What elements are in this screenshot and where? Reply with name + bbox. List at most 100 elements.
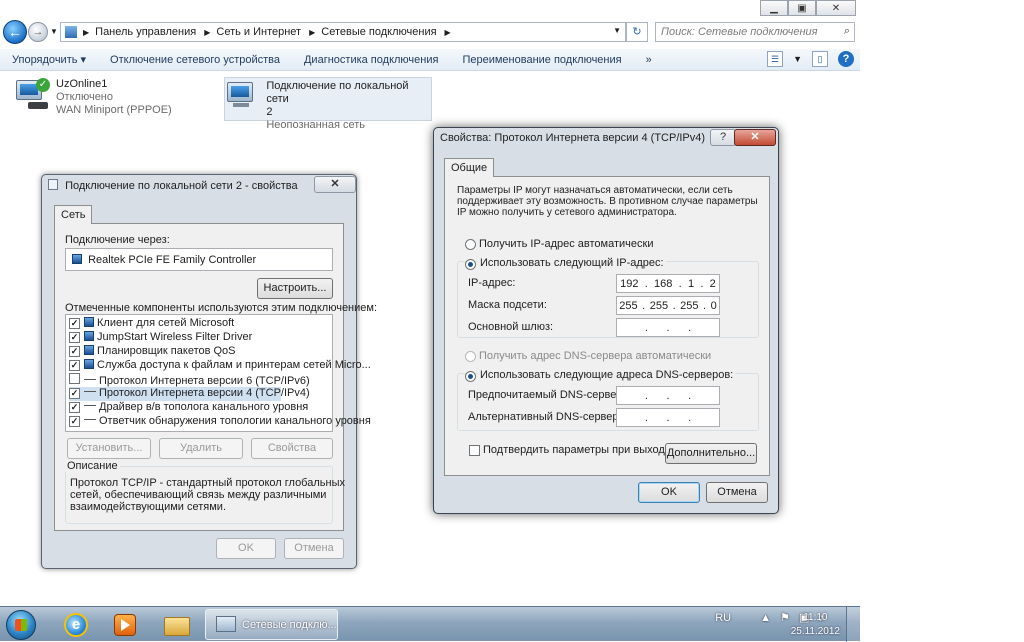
- clock[interactable]: 11:10 25.11.2012: [791, 611, 840, 639]
- preview-pane-icon[interactable]: ▯: [812, 51, 828, 67]
- chevron-right-icon[interactable]: ▶: [445, 28, 451, 37]
- start-button[interactable]: [6, 610, 36, 640]
- help-button[interactable]: ?: [710, 129, 736, 146]
- taskbar-network-connections[interactable]: Сетевые подклю...: [205, 609, 338, 640]
- list-item[interactable]: ✓ Клиент для сетей Microsoft: [69, 317, 234, 331]
- language-indicator[interactable]: RU: [715, 612, 731, 624]
- subnet-mask-field[interactable]: 255. 255. 255. 0: [616, 296, 720, 315]
- tab-general[interactable]: Общие: [444, 158, 495, 177]
- intro-line: Параметры IP могут назначаться автоматич…: [457, 185, 733, 196]
- rename-button[interactable]: Переименование подключения: [450, 54, 633, 66]
- dialog-titlebar: Подключение по локальной сети 2 - свойст…: [42, 175, 356, 199]
- manual-ip-radio[interactable]: [465, 259, 476, 270]
- search-icon[interactable]: ⌕: [844, 25, 850, 38]
- minimize-button[interactable]: ▁: [760, 0, 788, 16]
- cancel-button[interactable]: Отмена: [284, 538, 344, 559]
- breadcrumb-network-internet[interactable]: Сеть и Интернет: [216, 26, 301, 38]
- dialog-close-button[interactable]: ✕: [734, 129, 776, 146]
- organize-button[interactable]: Упорядочить ▾: [0, 53, 98, 66]
- list-item[interactable]: Протокол Интернета версии 6 (TCP/IPv6): [69, 373, 310, 387]
- network-icon: [48, 179, 58, 190]
- show-hidden-icons-icon[interactable]: ▲: [760, 612, 771, 624]
- close-button[interactable]: ✕: [816, 0, 856, 16]
- connection-device: WAN Miniport (PPPOE): [56, 104, 172, 116]
- chevron-right-icon[interactable]: ▶: [204, 28, 210, 37]
- auto-ip-radio[interactable]: [465, 239, 476, 250]
- cancel-button[interactable]: Отмена: [706, 482, 768, 503]
- diagnose-button[interactable]: Диагностика подключения: [292, 54, 450, 66]
- component-checkbox[interactable]: ✓: [69, 332, 80, 343]
- component-checkbox[interactable]: ✓: [69, 416, 80, 427]
- show-desktop-button[interactable]: [846, 607, 860, 642]
- control-panel-icon: [65, 26, 77, 38]
- refresh-button[interactable]: ↻: [626, 22, 648, 42]
- explorer-folder-icon[interactable]: [152, 609, 202, 640]
- ip-group: Использовать следующий IP-адрес: IP-адре…: [457, 257, 759, 338]
- search-input[interactable]: Поиск: Сетевые подключения ⌕: [655, 22, 855, 42]
- address-dropdown-icon[interactable]: ▼: [613, 26, 621, 35]
- action-center-flag-icon[interactable]: ⚑: [780, 612, 790, 624]
- network-connections-icon: [216, 616, 236, 632]
- preferred-dns-field[interactable]: ...: [616, 386, 720, 405]
- address-bar[interactable]: ▶ Панель управления ▶ Сеть и Интернет ▶ …: [60, 22, 626, 42]
- connection-item-lan2[interactable]: Подключение по локальной сети 2 Неопозна…: [224, 77, 432, 131]
- component-checkbox[interactable]: ✓: [69, 346, 80, 357]
- dialog-close-button[interactable]: ✕: [314, 176, 356, 193]
- maximize-button[interactable]: ▣: [788, 0, 816, 16]
- ip-address-label: IP-адрес:: [468, 277, 516, 289]
- manual-dns-label: Использовать следующие адреса DNS-сервер…: [478, 369, 736, 381]
- install-button[interactable]: Установить...: [67, 438, 151, 459]
- internet-explorer-icon[interactable]: e: [52, 609, 102, 640]
- disable-device-button[interactable]: Отключение сетевого устройства: [98, 54, 292, 66]
- ok-button[interactable]: OK: [638, 482, 700, 503]
- history-dropdown-icon[interactable]: ▼: [50, 27, 58, 36]
- more-commands-button[interactable]: »: [634, 54, 664, 66]
- back-button[interactable]: ←: [3, 20, 27, 44]
- breadcrumb-control-panel[interactable]: Панель управления: [95, 26, 196, 38]
- configure-button[interactable]: Настроить...: [257, 278, 333, 299]
- list-item[interactable]: ✓ Планировщик пакетов QoS: [69, 345, 236, 359]
- octet-dot: .: [666, 389, 670, 402]
- component-checkbox[interactable]: ✓: [69, 388, 80, 399]
- list-item[interactable]: ✓ Ответчик обнаружения топологии канально…: [69, 415, 371, 429]
- chevron-right-icon[interactable]: ▶: [83, 28, 89, 37]
- view-options-icon[interactable]: ☰: [767, 51, 784, 67]
- ip-address-field[interactable]: 192. 168. 1. 2: [616, 274, 720, 293]
- ip-octet: 1: [687, 277, 695, 290]
- media-player-icon[interactable]: [100, 609, 150, 640]
- chevron-right-icon[interactable]: ▶: [309, 28, 315, 37]
- ok-button[interactable]: OK: [216, 538, 276, 559]
- component-checkbox[interactable]: ✓: [69, 360, 80, 371]
- list-item[interactable]: ✓ Драйвер в/в тополога канального уровня: [69, 401, 308, 415]
- description-line: сетей, обеспечивающий связь между различ…: [70, 489, 327, 501]
- alternate-dns-label: Альтернативный DNS-сервер:: [468, 411, 622, 423]
- uninstall-button[interactable]: Удалить: [159, 438, 243, 459]
- protocol-icon: [84, 419, 96, 425]
- component-label: Клиент для сетей Microsoft: [97, 317, 235, 329]
- preferred-dns-label: Предпочитаемый DNS-сервер:: [468, 389, 626, 401]
- forward-button[interactable]: →: [28, 22, 48, 42]
- protocol-icon: [84, 391, 96, 397]
- tab-network[interactable]: Сеть: [54, 205, 93, 224]
- auto-dns-radio[interactable]: [465, 351, 476, 362]
- gateway-field[interactable]: ...: [616, 318, 720, 337]
- properties-button[interactable]: Свойства: [251, 438, 333, 459]
- connection-properties-dialog: Подключение по локальной сети 2 - свойст…: [41, 174, 377, 569]
- validate-checkbox[interactable]: [469, 445, 480, 456]
- connection-item-uzonline[interactable]: ✓ UzOnline1 Отключено WAN Miniport (PPPO…: [14, 78, 204, 120]
- list-item-selected[interactable]: ✓ Протокол Интернета версии 4 (TCP/IPv4): [69, 387, 310, 401]
- view-dropdown-icon[interactable]: ▼: [793, 51, 802, 67]
- help-icon[interactable]: ?: [838, 51, 854, 67]
- component-checkbox[interactable]: ✓: [69, 318, 80, 329]
- component-checkbox[interactable]: [69, 373, 80, 384]
- manual-dns-radio[interactable]: [465, 371, 476, 382]
- connection-status: Неопознанная сеть: [266, 119, 365, 131]
- alternate-dns-field[interactable]: ...: [616, 408, 720, 427]
- list-item[interactable]: ✓ Служба доступа к файлам и принтерам сет…: [69, 359, 371, 373]
- list-item[interactable]: ✓ JumpStart Wireless Filter Driver: [69, 331, 252, 345]
- breadcrumb-network-connections[interactable]: Сетевые подключения: [321, 26, 436, 38]
- octet-dot: .: [703, 299, 707, 312]
- advanced-button[interactable]: Дополнительно...: [665, 443, 757, 464]
- components-list[interactable]: ✓ Клиент для сетей Microsoft ✓ JumpStart W…: [65, 314, 371, 432]
- component-checkbox[interactable]: ✓: [69, 402, 80, 413]
